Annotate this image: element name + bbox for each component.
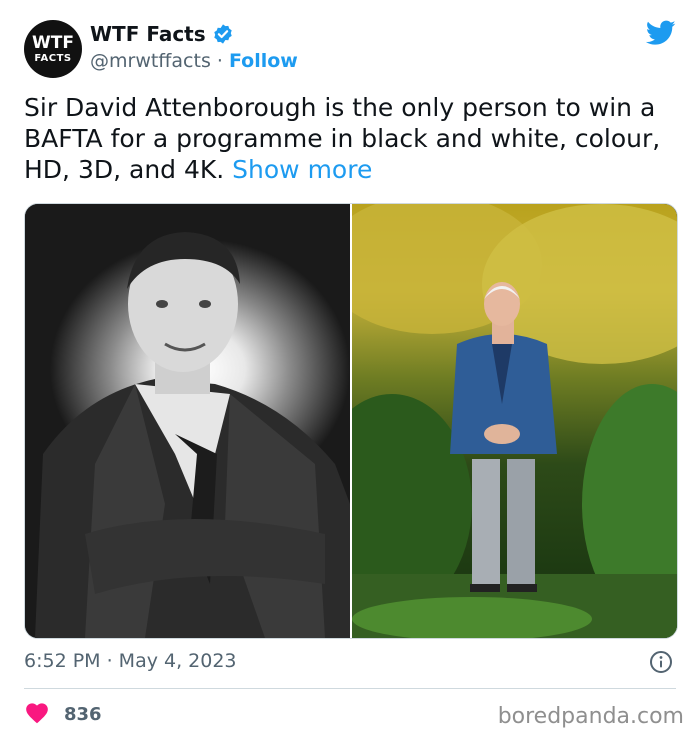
avatar-text-top: WTF bbox=[32, 32, 74, 53]
tweet-timestamp[interactable]: 6:52 PM · May 4, 2023 bbox=[24, 650, 237, 672]
avatar[interactable]: WTF FACTS bbox=[24, 20, 82, 78]
author-handle-row: @mrwtffacts · Follow bbox=[90, 50, 298, 72]
watermark: boredpanda.com bbox=[497, 704, 684, 729]
heart-icon[interactable] bbox=[24, 700, 50, 728]
info-icon[interactable] bbox=[649, 650, 673, 678]
tweet-media[interactable] bbox=[24, 203, 678, 639]
avatar-text-bottom: FACTS bbox=[34, 52, 72, 64]
author-name[interactable]: WTF Facts bbox=[90, 22, 206, 46]
like-count: 836 bbox=[64, 703, 102, 725]
follow-button[interactable]: Follow bbox=[229, 50, 298, 72]
bw-portrait-photo[interactable] bbox=[25, 204, 350, 638]
handle-separator: · bbox=[210, 50, 229, 72]
tweet-card: WTF FACTS WTF Facts @mrwtffacts · Follow… bbox=[0, 0, 700, 740]
garden-colour-photo[interactable] bbox=[352, 204, 677, 638]
show-more-link[interactable]: Show more bbox=[232, 155, 372, 184]
author-handle[interactable]: @mrwtffacts bbox=[90, 50, 211, 72]
like-group[interactable]: 836 bbox=[24, 700, 102, 728]
author-name-row: WTF Facts bbox=[90, 22, 234, 46]
twitter-bird-icon[interactable] bbox=[645, 20, 676, 50]
divider-line bbox=[24, 688, 676, 689]
verified-badge-icon bbox=[212, 23, 234, 45]
tweet-text: Sir David Attenborough is the only perso… bbox=[24, 92, 679, 185]
